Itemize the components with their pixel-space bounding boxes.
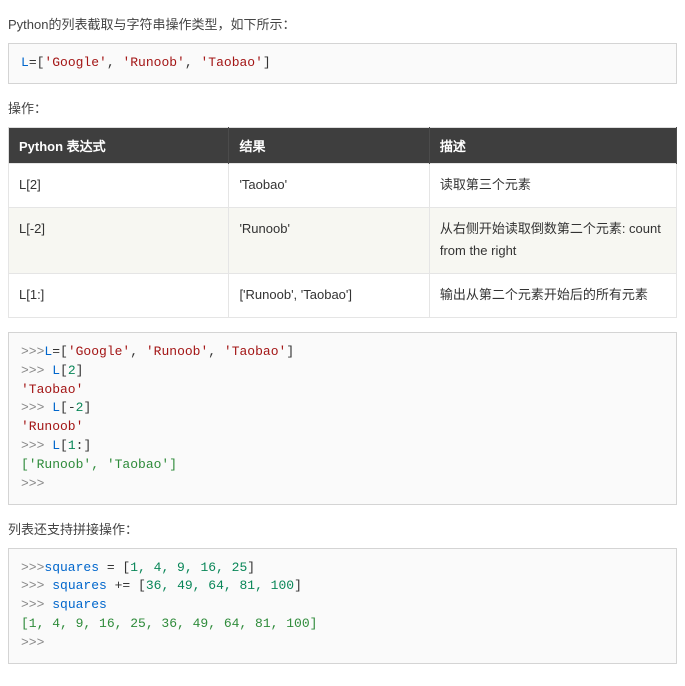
ops-label: 操作： (8, 98, 677, 117)
code-token: - (68, 400, 76, 415)
code-token: , (208, 344, 224, 359)
prompt: >>> (21, 578, 52, 593)
code-token: , (107, 55, 123, 70)
prompt: >>> (21, 438, 52, 453)
code-output: 'Taobao' (21, 382, 83, 397)
cell-desc: 输出从第二个元素开始后的所有元素 (429, 274, 676, 318)
code-token: squares (52, 597, 107, 612)
table-row: L[-2] 'Runoob' 从右侧开始读取倒数第二个元素: count fro… (9, 207, 677, 274)
code-token: [ (60, 400, 68, 415)
code-output: ['Runoob', 'Taobao'] (21, 457, 177, 472)
table-row: L[2] 'Taobao' 读取第三个元素 (9, 163, 677, 207)
table-header-row: Python 表达式 结果 描述 (9, 127, 677, 163)
code-block-repl-concat: >>>squares = [1, 4, 9, 16, 25] >>> squar… (8, 548, 677, 664)
code-token: =[ (52, 344, 68, 359)
cell-result: 'Runoob' (229, 207, 429, 274)
code-token: ] (247, 560, 255, 575)
code-token: squares (44, 560, 99, 575)
prompt: >>> (21, 344, 44, 359)
cell-desc: 读取第三个元素 (429, 163, 676, 207)
code-token: 36, 49, 64, 81, 100 (146, 578, 294, 593)
code-token: = (99, 560, 122, 575)
code-token: , (185, 55, 201, 70)
code-token: 2 (68, 363, 76, 378)
operations-table: Python 表达式 结果 描述 L[2] 'Taobao' 读取第三个元素 L… (8, 127, 677, 318)
code-token: L (52, 438, 60, 453)
code-token: 'Google' (68, 344, 130, 359)
code-token: [ (138, 578, 146, 593)
col-header-expression: Python 表达式 (9, 127, 229, 163)
code-token: 'Runoob' (122, 55, 184, 70)
code-token: L (21, 55, 29, 70)
code-token: ] (76, 363, 84, 378)
prompt: >>> (21, 400, 52, 415)
code-token: 'Google' (44, 55, 106, 70)
code-token: L (52, 363, 60, 378)
code-token: [ (60, 363, 68, 378)
intro-text: Python的列表截取与字符串操作类型，如下所示： (8, 14, 677, 33)
code-token: [ (60, 438, 68, 453)
code-token: 'Taobao' (200, 55, 262, 70)
cell-result: ['Runoob', 'Taobao'] (229, 274, 429, 318)
prompt: >>> (21, 560, 44, 575)
code-token: =[ (29, 55, 45, 70)
code-token: ] (83, 400, 91, 415)
code-token: , (130, 344, 146, 359)
code-output: [1, 4, 9, 16, 25, 36, 49, 64, 81, 100] (21, 616, 317, 631)
code-output: 'Runoob' (21, 419, 83, 434)
cell-expr: L[-2] (9, 207, 229, 274)
code-token: ] (294, 578, 302, 593)
code-token: squares (52, 578, 107, 593)
code-token: += (107, 578, 138, 593)
code-block-definition: L=['Google', 'Runoob', 'Taobao'] (8, 43, 677, 84)
cell-expr: L[2] (9, 163, 229, 207)
code-token: 'Runoob' (146, 344, 208, 359)
table-row: L[1:] ['Runoob', 'Taobao'] 输出从第二个元素开始后的所… (9, 274, 677, 318)
cell-result: 'Taobao' (229, 163, 429, 207)
prompt: >>> (21, 635, 44, 650)
concat-label: 列表还支持拼接操作： (8, 519, 677, 538)
col-header-result: 结果 (229, 127, 429, 163)
code-block-repl-slicing: >>>L=['Google', 'Runoob', 'Taobao'] >>> … (8, 332, 677, 505)
code-token: 1 (68, 438, 76, 453)
code-token: ] (83, 438, 91, 453)
prompt: >>> (21, 363, 52, 378)
prompt: >>> (21, 597, 52, 612)
cell-expr: L[1:] (9, 274, 229, 318)
col-header-desc: 描述 (429, 127, 676, 163)
code-token: 'Taobao' (224, 344, 286, 359)
prompt: >>> (21, 476, 44, 491)
code-token: ] (286, 344, 294, 359)
cell-desc: 从右侧开始读取倒数第二个元素: count from the right (429, 207, 676, 274)
code-token: L (52, 400, 60, 415)
code-token: ] (263, 55, 271, 70)
code-token: 1, 4, 9, 16, 25 (130, 560, 247, 575)
